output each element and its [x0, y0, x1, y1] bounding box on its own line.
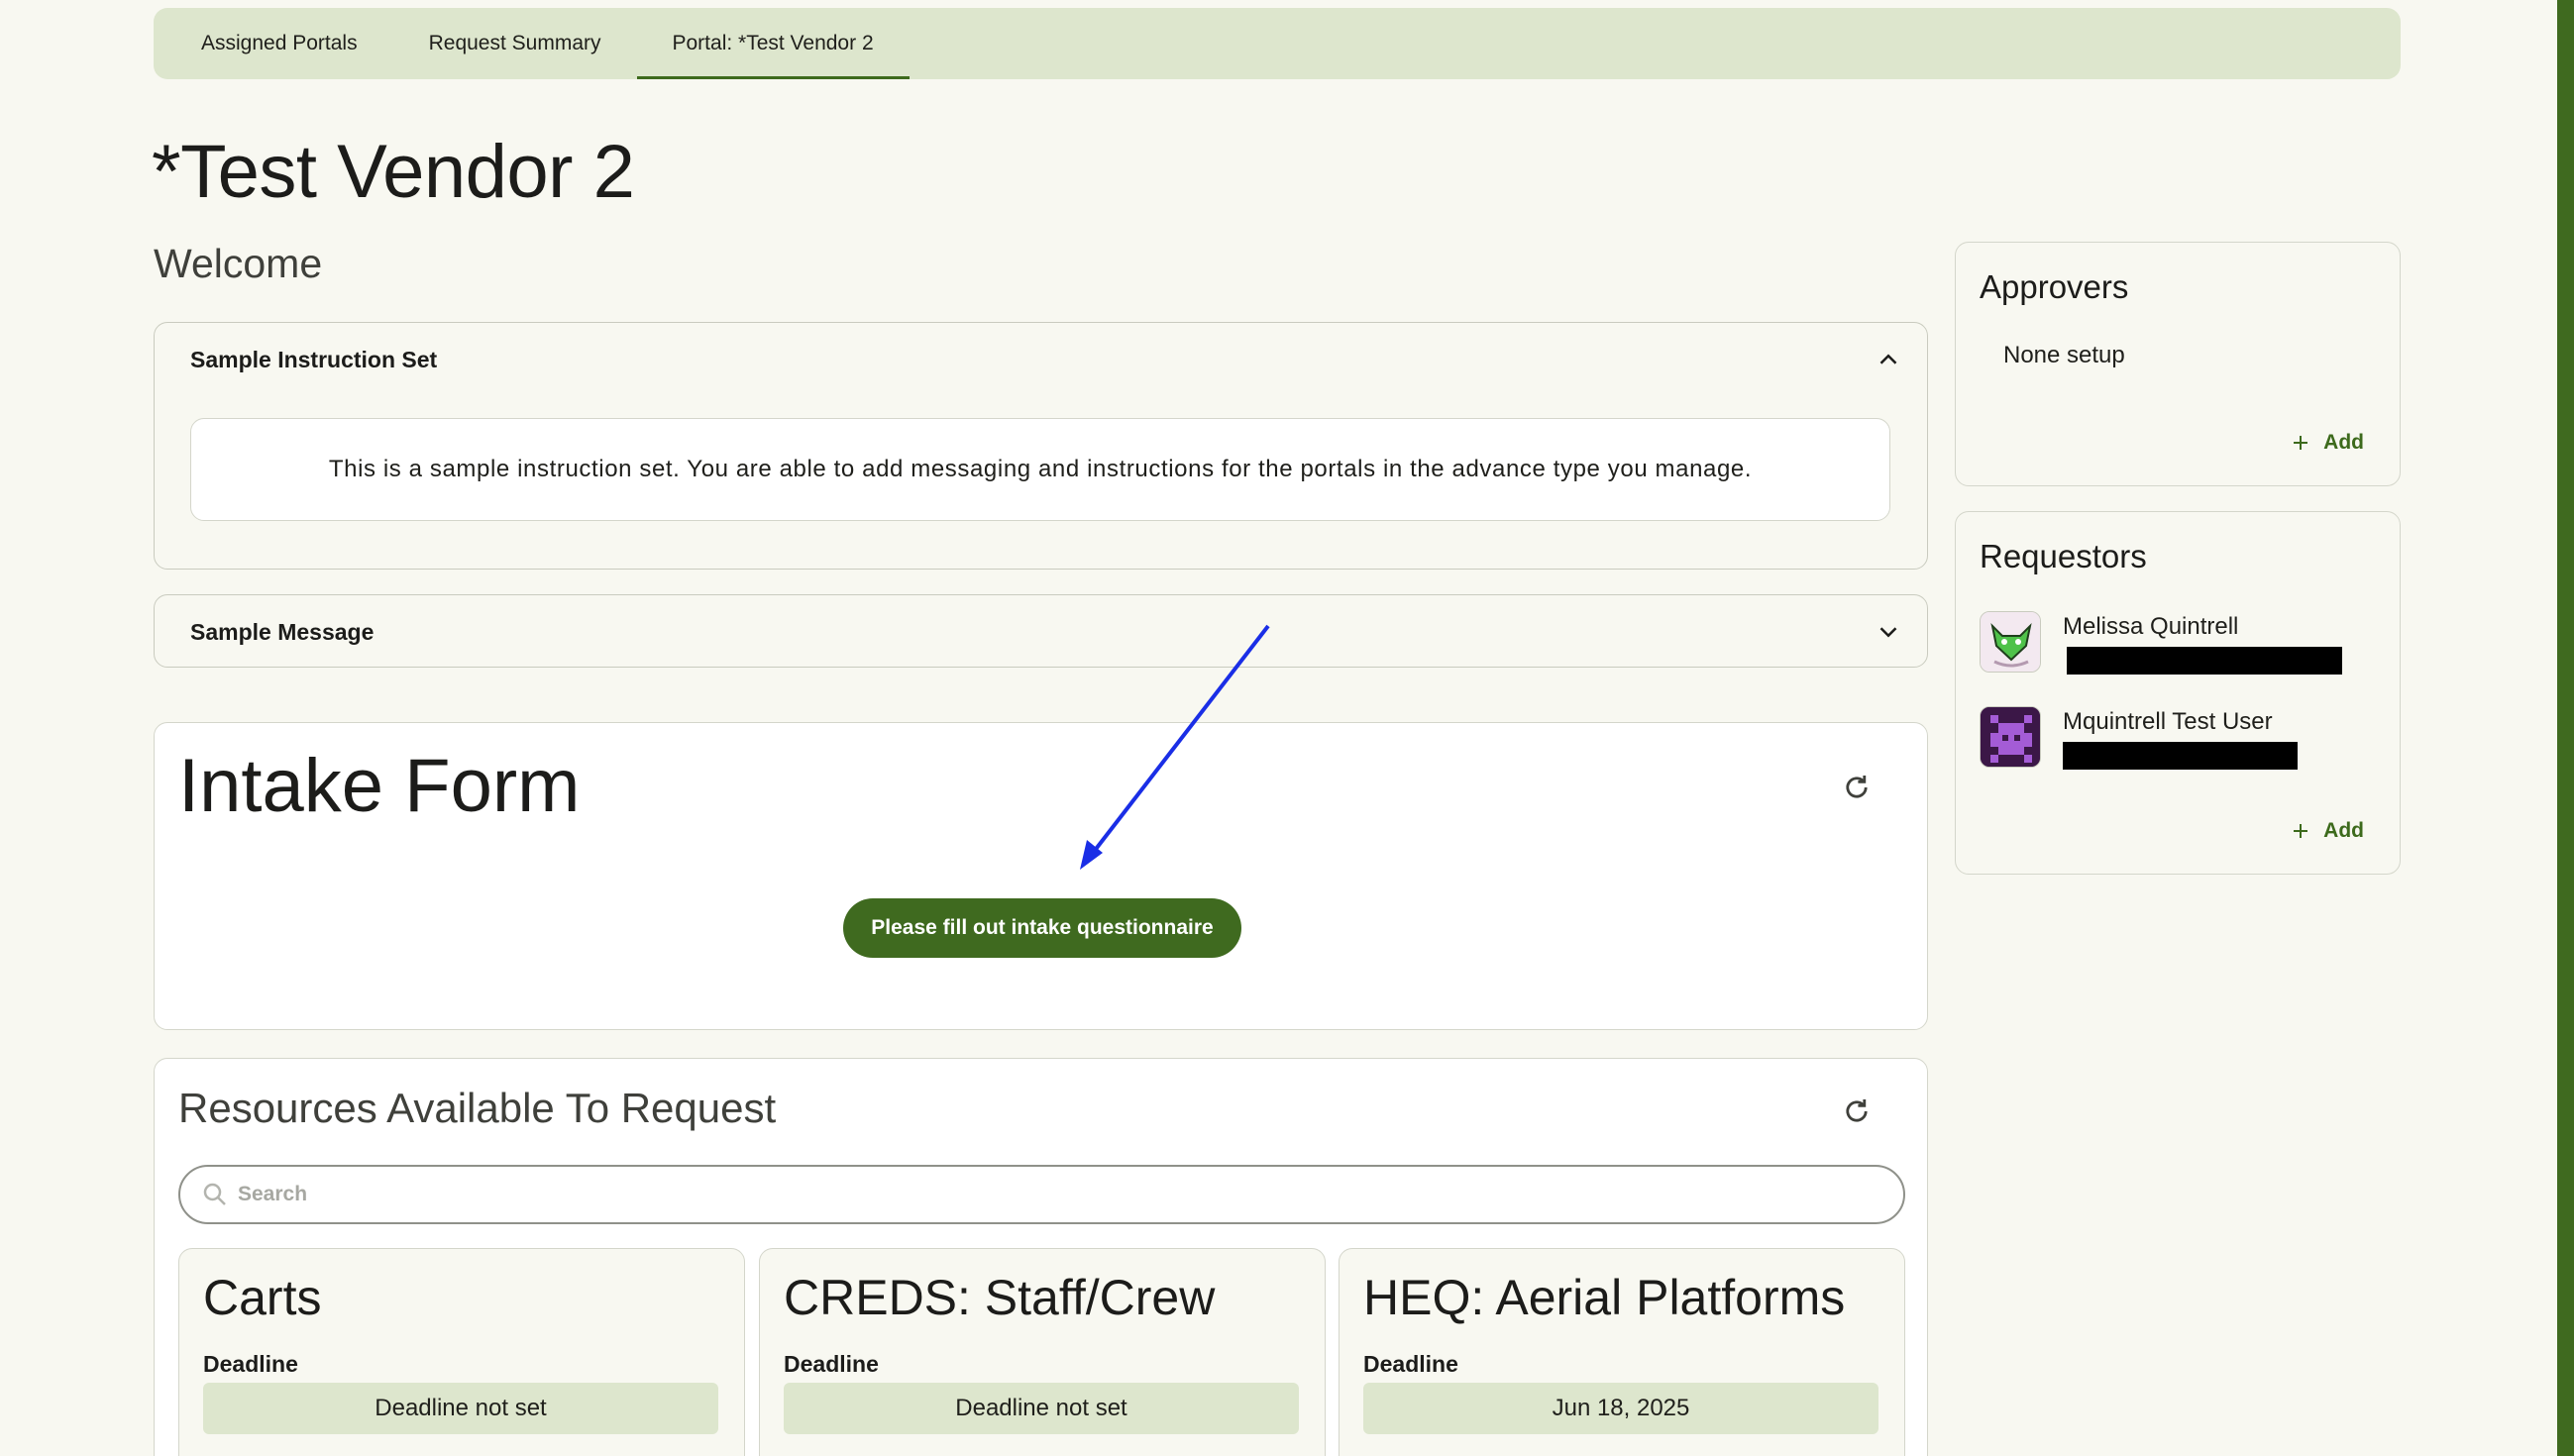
scrollbar[interactable] — [2557, 0, 2574, 1456]
requestor-name: Mquintrell Test User — [2063, 708, 2273, 735]
refresh-icon[interactable] — [1840, 771, 1874, 804]
resource-card-carts[interactable]: Carts Deadline Deadline not set — [178, 1248, 745, 1456]
purple-pixel-avatar — [1980, 706, 2041, 768]
green-dragon-avatar — [1980, 611, 2041, 673]
requestor-item[interactable]: Mquintrell Test User — [1980, 706, 2386, 772]
resource-title: HEQ: Aerial Platforms — [1363, 1270, 1846, 1325]
requestor-name: Melissa Quintrell — [2063, 613, 2239, 640]
message-header[interactable]: Sample Message — [190, 595, 1927, 669]
add-approver-button[interactable]: Add — [2292, 431, 2364, 455]
resources-card: Resources Available To Request Carts Dea… — [154, 1058, 1928, 1456]
requestors-card: Requestors Melissa Quintrell Mquintrell … — [1955, 511, 2401, 875]
chevron-up-icon[interactable] — [1874, 345, 1903, 374]
tab-bar: Assigned Portals Request Summary Portal:… — [154, 8, 2401, 79]
requestors-title: Requestors — [1980, 538, 2147, 574]
deadline-label: Deadline — [784, 1351, 879, 1377]
add-label: Add — [2323, 819, 2364, 842]
deadline-value: Deadline not set — [203, 1383, 718, 1434]
approvers-card: Approvers None setup Add — [1955, 242, 2401, 486]
intake-questionnaire-button[interactable]: Please fill out intake questionnaire — [843, 898, 1241, 958]
search-input[interactable] — [238, 1167, 1873, 1222]
instruction-body: This is a sample instruction set. You ar… — [190, 418, 1890, 521]
search-box — [178, 1165, 1905, 1224]
refresh-icon[interactable] — [1840, 1094, 1874, 1128]
welcome-heading: Welcome — [154, 241, 323, 286]
tab-request-summary[interactable]: Request Summary — [393, 8, 637, 79]
add-requestor-button[interactable]: Add — [2292, 819, 2364, 843]
resource-card-creds-staff-crew[interactable]: CREDS: Staff/Crew Deadline Deadline not … — [759, 1248, 1326, 1456]
deadline-label: Deadline — [1363, 1351, 1458, 1377]
tab-assigned-portals[interactable]: Assigned Portals — [165, 8, 393, 79]
message-title: Sample Message — [190, 618, 375, 645]
intake-form-card: Intake Form Please fill out intake quest… — [154, 722, 1928, 1030]
search-icon — [203, 1183, 226, 1205]
tab-label: Portal: *Test Vendor 2 — [672, 32, 874, 54]
chevron-down-icon[interactable] — [1874, 617, 1903, 647]
redacted-email — [2063, 742, 2298, 770]
approvers-title: Approvers — [1980, 268, 2129, 305]
resource-title: Carts — [203, 1270, 322, 1325]
deadline-label: Deadline — [203, 1351, 298, 1377]
message-panel: Sample Message — [154, 594, 1928, 668]
tab-portal-test-vendor-2[interactable]: Portal: *Test Vendor 2 — [636, 8, 910, 79]
resource-card-heq-aerial-platforms[interactable]: HEQ: Aerial Platforms Deadline Jun 18, 2… — [1339, 1248, 1905, 1456]
approvers-empty-text: None setup — [2003, 342, 2125, 368]
instruction-set-title: Sample Instruction Set — [190, 346, 438, 372]
tab-label: Request Summary — [428, 32, 601, 54]
plus-icon — [2294, 824, 2308, 838]
plus-icon — [2294, 436, 2308, 450]
page-title: *Test Vendor 2 — [152, 130, 635, 214]
resource-title: CREDS: Staff/Crew — [784, 1270, 1216, 1325]
tab-label: Assigned Portals — [201, 32, 358, 54]
redacted-email — [2067, 647, 2342, 675]
instruction-set-panel: Sample Instruction Set This is a sample … — [154, 322, 1928, 570]
instruction-set-header[interactable]: Sample Instruction Set — [190, 323, 1927, 396]
resources-title: Resources Available To Request — [178, 1085, 777, 1131]
deadline-value: Deadline not set — [784, 1383, 1299, 1434]
requestor-item[interactable]: Melissa Quintrell — [1980, 611, 2386, 676]
deadline-value: Jun 18, 2025 — [1363, 1383, 1878, 1434]
add-label: Add — [2323, 431, 2364, 454]
intake-form-title: Intake Form — [178, 744, 581, 828]
